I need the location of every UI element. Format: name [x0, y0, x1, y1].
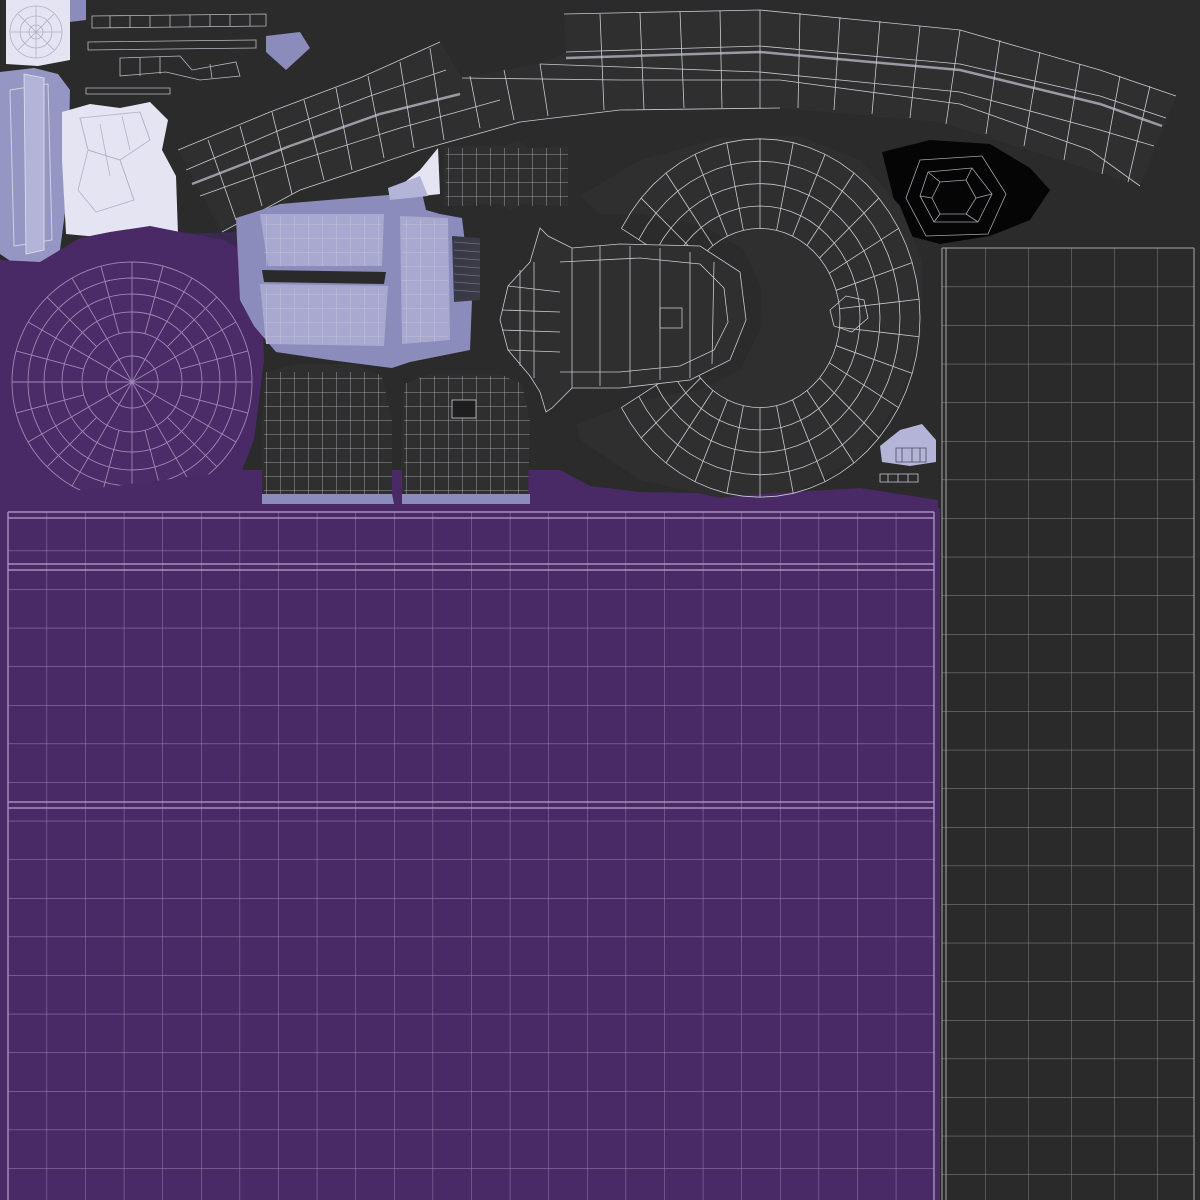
purple-fabric-panel	[0, 508, 940, 1200]
cushion-right-grid	[404, 376, 530, 500]
lavender-piece-petal	[62, 102, 178, 240]
lavender-piece-ribbon	[23, 73, 45, 255]
cushion-bottom-edge	[262, 494, 394, 504]
dark-strip-right	[940, 246, 1196, 1200]
cushion-right-badge	[451, 399, 477, 419]
seat-fringe	[452, 236, 480, 302]
uv-texture-atlas	[0, 0, 1200, 1200]
seat-cushion-upper-grid	[264, 216, 382, 266]
lavender-piece-tab	[70, 0, 86, 22]
cushion-left-grid	[264, 372, 392, 500]
seat-dark-slot	[262, 270, 386, 284]
dark-strip-grid	[942, 248, 1194, 1200]
cushion-bottom-edge-2	[402, 494, 530, 504]
seat-side-grid	[402, 220, 448, 342]
purple-disc-region	[0, 226, 264, 504]
grid-piece-top-center-grid	[446, 148, 568, 206]
seat-cushion-lower-grid	[264, 288, 384, 344]
grid-piece-top-center	[444, 140, 568, 210]
radial-disc-wire	[11, 261, 253, 503]
lavender-piece-corner	[6, 0, 70, 66]
radial-corner-wire	[9, 5, 63, 59]
purple-panel-grid	[8, 512, 934, 1200]
